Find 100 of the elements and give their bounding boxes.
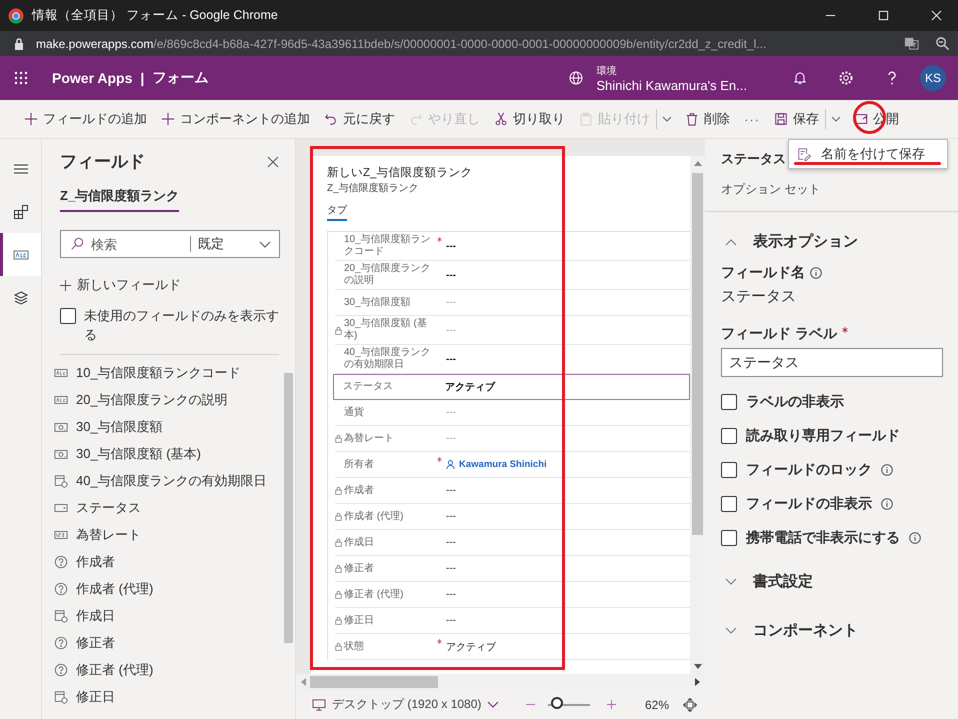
field-value: アクティブ <box>445 380 495 394</box>
checkbox[interactable] <box>721 462 737 478</box>
form-title: 新しいZ_与信限度額ランク <box>327 165 474 180</box>
page-name: フォーム <box>152 69 208 87</box>
info-icon[interactable] <box>881 498 893 510</box>
section-header[interactable]: 表示オプション <box>721 227 950 256</box>
field-label: 通貨 <box>344 406 365 420</box>
field-label: 30_与信限度額 (基本) <box>344 316 428 343</box>
translate-icon[interactable] <box>904 36 919 51</box>
field-list-item[interactable]: 作成日 <box>54 602 282 629</box>
field-value: アクティブ <box>446 640 496 654</box>
panel-title: フィールド <box>60 151 145 173</box>
address-bar[interactable]: make.powerapps.com/e/869c8cd4-b68a-427f-96d5-43a39611bdeb/s/00000001-0000-0000-0001-00000000009b/entity/cr2dd_z_credit_l... <box>0 31 958 56</box>
form-field-row[interactable]: 通貨 --- <box>335 400 690 426</box>
field-list-item[interactable]: 20_与信限度ランクの説明 <box>54 386 282 413</box>
calendar-clock-icon <box>54 608 68 622</box>
scroll-right-arrow-icon[interactable] <box>694 678 702 686</box>
more-button[interactable]: ··· <box>744 112 760 126</box>
fit-to-screen-icon[interactable] <box>683 698 697 712</box>
info-icon[interactable] <box>881 464 893 476</box>
toolbar-button[interactable]: フィールドの追加 <box>24 110 147 128</box>
close-icon[interactable] <box>267 156 279 168</box>
required-asterisk-icon <box>436 457 442 462</box>
components-icon <box>12 204 28 220</box>
checkbox[interactable] <box>721 394 737 410</box>
environment-name[interactable]: Shinichi Kawamura's En... <box>596 78 747 92</box>
checkbox[interactable] <box>721 428 737 444</box>
checkbox[interactable] <box>721 530 737 546</box>
section-header[interactable]: 書式設定 <box>721 567 950 596</box>
field-label: 所有者 <box>344 458 375 472</box>
form-field-row[interactable]: 修正者 (代理) --- <box>335 582 690 608</box>
publish-icon <box>854 112 868 126</box>
field-list-item[interactable]: 修正者 (代理) <box>54 656 282 683</box>
form-field-row[interactable]: 所有者 Kawamura Shinichi <box>335 452 690 478</box>
toolbar-button[interactable]: 切り取り <box>494 110 565 128</box>
field-list-item[interactable]: 修正者 <box>54 629 282 656</box>
toolbar-button[interactable]: 削除 <box>685 110 730 128</box>
scroll-down-arrow-icon[interactable] <box>694 663 702 671</box>
app-launcher-icon[interactable] <box>14 71 28 85</box>
form-field-row[interactable]: 状態 アクティブ <box>335 634 690 660</box>
form-field-row[interactable]: 10_与信限度額ランクコード --- <box>335 232 690 261</box>
plus-icon <box>60 280 71 290</box>
save-as-menu-item[interactable]: 名前を付けて保存 <box>795 145 925 163</box>
user-avatar[interactable]: KS <box>920 65 946 91</box>
form-field-row[interactable]: 作成日 --- <box>335 530 690 556</box>
redo-icon <box>409 112 423 126</box>
field-label: 40_与信限度ランクの有効期限日 <box>344 346 432 372</box>
field-list-item[interactable]: 作成者 <box>54 548 282 575</box>
form-field-row[interactable]: 40_与信限度ランクの有効期限日 --- <box>335 345 690 374</box>
field-list-item[interactable]: 作成者 (代理) <box>54 575 282 602</box>
form-field-row[interactable]: 作成者 (代理) --- <box>335 504 690 530</box>
field-list-item[interactable]: 30_与信限度額 (基本) <box>54 440 282 467</box>
question-circle-icon <box>54 662 68 676</box>
field-label: 状態 <box>344 640 365 654</box>
field-label: 作成者 (代理) <box>344 510 404 524</box>
field-list-item[interactable]: 10_与信限度額ランクコード <box>54 359 282 386</box>
question-circle-icon <box>54 554 68 568</box>
form-field-row[interactable]: 20_与信限度ランクの説明 --- <box>335 261 690 290</box>
field-list-item[interactable]: ステータス <box>54 494 282 521</box>
app-name[interactable]: Power Apps <box>52 70 132 86</box>
info-icon[interactable] <box>810 267 822 279</box>
scroll-up-arrow-icon[interactable] <box>694 159 702 167</box>
form-field-row[interactable]: 30_与信限度額 (基本) --- <box>335 316 690 345</box>
new-field-button[interactable]: 新しいフィールド <box>60 276 181 294</box>
form-field-row[interactable]: 修正日 --- <box>335 608 690 634</box>
section-header[interactable]: コンポーネント <box>721 616 950 645</box>
field-list-item[interactable]: 修正日 <box>54 683 282 710</box>
plus-icon <box>161 112 175 126</box>
slider-thumb[interactable] <box>551 696 564 708</box>
toolbar-button[interactable]: 元に戻す <box>324 110 395 128</box>
form-field-row[interactable]: 作成者 --- <box>335 478 690 504</box>
form-field-row[interactable]: 30_与信限度額 --- <box>335 290 690 316</box>
toolbar-button[interactable]: コンポーネントの追加 <box>161 110 310 128</box>
field-list-item[interactable]: 40_与信限度ランクの有効期限日 <box>54 467 282 494</box>
field-value: --- <box>446 563 456 574</box>
maximize-icon[interactable] <box>878 10 889 21</box>
form-field-row[interactable]: 為替レート --- <box>335 426 690 452</box>
toolbar-button[interactable]: 保存 <box>774 110 819 128</box>
checkbox[interactable] <box>60 308 76 324</box>
environment-label: 環境 <box>596 64 618 78</box>
device-dropdown[interactable]: デスクトップ (1920 x 1080) <box>312 696 500 713</box>
field-label-input[interactable]: ステータス <box>721 348 943 377</box>
settings-icon[interactable] <box>838 70 854 86</box>
lock-icon <box>335 590 342 599</box>
field-label: 作成者 <box>344 484 375 498</box>
field-value: --- <box>446 240 456 252</box>
zoom-icon[interactable] <box>935 36 950 51</box>
entity-tab[interactable]: Z_与信限度額ランク <box>60 187 180 212</box>
form-field-row[interactable]: ステータス アクティブ <box>333 374 690 400</box>
field-list-item[interactable]: 30_与信限度額 <box>54 413 282 440</box>
info-icon[interactable] <box>909 532 921 544</box>
checkbox[interactable] <box>721 496 737 512</box>
zoom-in-icon[interactable] <box>606 699 617 710</box>
field-value: Kawamura Shinichi <box>446 459 547 470</box>
field-label-label: フィールド ラベル <box>721 325 837 343</box>
form-tab[interactable]: タブ <box>327 203 347 221</box>
field-list-item[interactable]: 為替レート <box>54 521 282 548</box>
scrollbar[interactable] <box>690 156 705 674</box>
notification-bell-icon[interactable] <box>792 70 808 86</box>
form-field-row[interactable]: 修正者 --- <box>335 556 690 582</box>
